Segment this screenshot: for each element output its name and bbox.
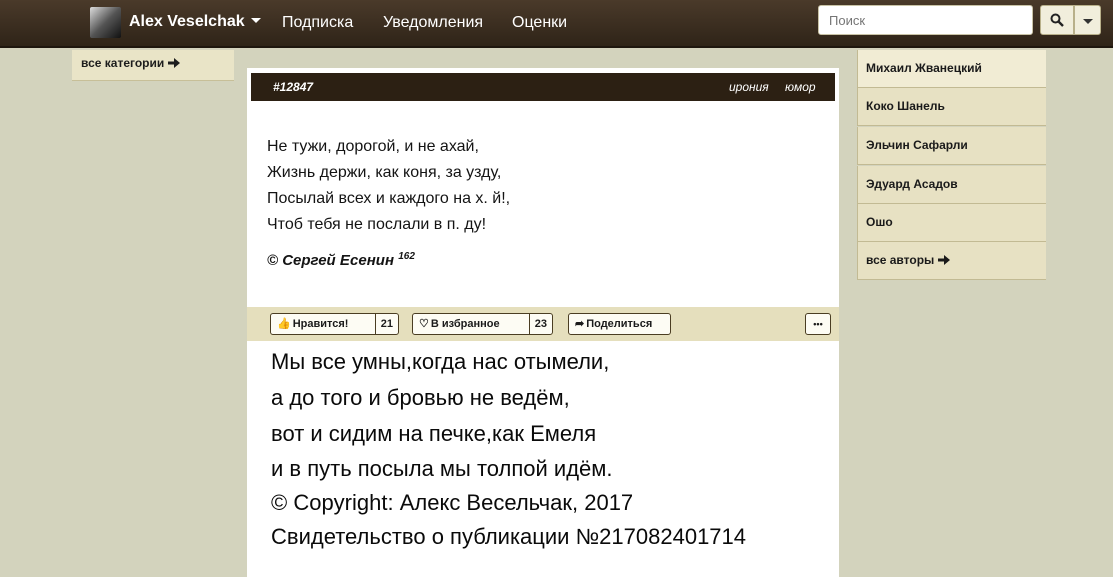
pasted-text-block: Мы все умны,когда нас отымели, а до того… <box>247 344 839 577</box>
caret-down-icon <box>250 18 261 23</box>
favorite-button[interactable]: ♡ В избранное 23 <box>412 313 553 335</box>
search-input[interactable] <box>818 5 1033 35</box>
favorite-label: В избранное <box>430 318 500 330</box>
thumbs-up-icon: 👍 <box>277 318 291 330</box>
author-item[interactable]: Михаил Жванецкий <box>857 50 1046 88</box>
author-item[interactable]: Ошо <box>857 204 1046 242</box>
pasted-line: вот и сидим на печке,как Емеля <box>271 421 597 446</box>
share-arrow-icon: ➦ <box>575 318 585 330</box>
author-item[interactable]: Коко Шанель <box>857 88 1046 126</box>
user-menu[interactable]: Alex Veselchak <box>129 13 261 31</box>
pasted-line: а до того и бровью не ведём, <box>271 385 570 410</box>
author-quote-count: 162 <box>398 251 415 262</box>
tag-humor[interactable]: юмор <box>785 80 816 94</box>
share-label: Поделиться <box>586 318 653 330</box>
quote-author[interactable]: © Сергей Есенин 162 <box>267 251 415 269</box>
quote-header: #12847 ирония юмор <box>251 73 835 101</box>
nav-link-ratings[interactable]: Оценки <box>512 14 567 32</box>
all-authors-link[interactable]: все авторы <box>857 242 1046 280</box>
search-icon <box>1050 13 1064 27</box>
search-button[interactable] <box>1040 5 1074 35</box>
heart-icon: ♡ <box>419 318 429 330</box>
poem-line: Жизнь держи, как коня, за узду, <box>267 164 502 181</box>
author-name: © Сергей Есенин <box>267 252 395 269</box>
nav-link-notifications[interactable]: Уведомления <box>383 14 483 32</box>
poem-line: Не тужи, дорогой, и не ахай, <box>267 138 479 155</box>
quote-id[interactable]: #12847 <box>273 80 313 94</box>
poem-line: Посылай всех и каждого на х. й!, <box>267 190 511 207</box>
tag-irony[interactable]: ирония <box>729 80 769 94</box>
more-button[interactable]: ••• <box>805 313 831 335</box>
avatar[interactable] <box>90 7 121 38</box>
quote-card: #12847 ирония юмор Не тужи, дорогой, и н… <box>247 68 839 344</box>
pasted-copyright: © Copyright: Алекс Весельчак, 2017 <box>271 490 634 515</box>
share-button[interactable]: ➦ Поделиться <box>568 313 671 335</box>
pasted-line: и в путь посыла мы толпой идём. <box>271 456 613 481</box>
author-item[interactable]: Эдуард Асадов <box>857 166 1046 204</box>
arrow-right-icon <box>167 58 180 68</box>
poem-line: Чтоб тебя не послали в п. ду! <box>267 216 487 233</box>
quote-actions-bar: 👍 Нравится! 21 ♡ В избранное 23 ➦ Поделитьс… <box>247 307 839 341</box>
like-label: Нравится! <box>292 318 349 330</box>
author-item[interactable]: Эльчин Сафарли <box>857 127 1046 165</box>
categories-bar: все категории <box>72 50 234 81</box>
favorite-count: 23 <box>528 314 552 334</box>
pasted-certificate: Свидетельство о публикации №217082401714 <box>271 524 747 549</box>
all-authors-label: все авторы <box>866 253 935 267</box>
like-count: 21 <box>374 314 398 334</box>
nav-link-subscriptions[interactable]: Подписка <box>282 14 353 32</box>
all-categories-link[interactable]: все категории <box>81 56 180 70</box>
user-name: Alex Veselchak <box>129 13 245 30</box>
search-dropdown-button[interactable] <box>1074 5 1101 35</box>
top-navbar: Alex Veselchak Подписка Уведомления Оцен… <box>0 0 1113 48</box>
caret-down-icon <box>1083 19 1093 24</box>
like-button[interactable]: 👍 Нравится! 21 <box>270 313 399 335</box>
arrow-right-icon <box>937 255 950 265</box>
pasted-line: Мы все умны,когда нас отымели, <box>271 349 610 374</box>
more-dots-icon: ••• <box>813 319 823 329</box>
all-categories-label: все категории <box>81 56 165 70</box>
